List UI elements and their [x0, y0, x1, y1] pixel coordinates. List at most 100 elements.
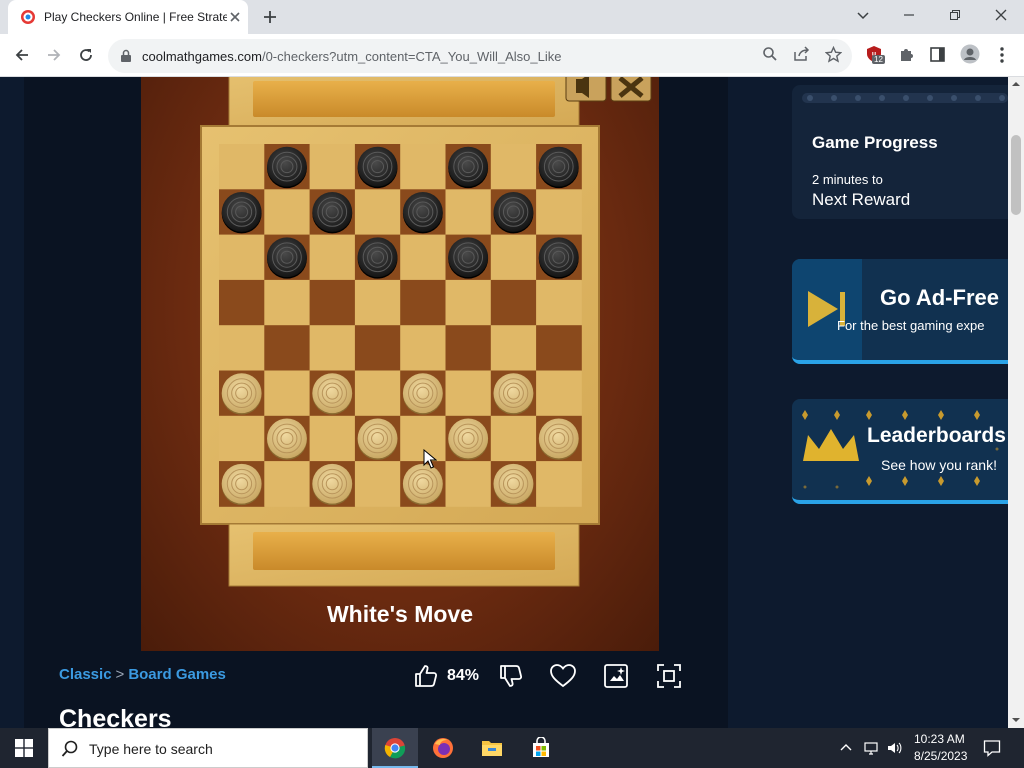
search-icon[interactable]	[762, 46, 778, 62]
board-square[interactable]	[490, 144, 537, 190]
close-tab-icon[interactable]	[228, 10, 242, 24]
page-scrollbar[interactable]	[1008, 77, 1024, 728]
board-square[interactable]	[400, 144, 446, 190]
breadcrumb-link-board-games[interactable]: Board Games	[128, 666, 226, 683]
leaderboards-card[interactable]: Leaderboards See how you rank!	[792, 399, 1008, 504]
light-checker-piece[interactable]	[221, 373, 262, 415]
back-arrow-icon[interactable]	[13, 46, 31, 64]
side-panel-icon[interactable]	[929, 46, 946, 63]
thumbs-up-icon[interactable]	[413, 663, 439, 689]
board-square[interactable]	[354, 189, 401, 235]
breadcrumb-link-classic[interactable]: Classic	[59, 666, 112, 683]
board-square[interactable]	[354, 325, 401, 371]
scroll-up-arrow-icon[interactable]	[1012, 80, 1020, 88]
board-square[interactable]	[309, 144, 356, 190]
board-square[interactable]	[309, 325, 356, 371]
dark-checker-piece[interactable]	[312, 192, 353, 234]
checkers-game-canvas[interactable]: White's Move	[141, 77, 659, 651]
board-square[interactable]	[309, 234, 356, 281]
clock-time[interactable]: 10:23 AM	[914, 732, 965, 746]
board-square[interactable]	[536, 279, 582, 326]
board-square[interactable]	[219, 234, 265, 281]
board-square[interactable]	[536, 189, 582, 235]
light-checker-piece[interactable]	[221, 463, 262, 506]
board-square[interactable]	[490, 325, 537, 371]
light-checker-piece[interactable]	[312, 373, 353, 415]
notifications-icon[interactable]	[983, 739, 1001, 757]
board-square[interactable]	[490, 279, 537, 326]
board-square[interactable]	[264, 325, 310, 371]
dark-checker-piece[interactable]	[267, 146, 307, 189]
tray-chevron-up-icon[interactable]	[840, 742, 852, 754]
dark-checker-piece[interactable]	[357, 146, 398, 189]
board-square[interactable]	[400, 234, 446, 281]
go-ad-free-card[interactable]: Go Ad-Free For the best gaming expe	[792, 259, 1008, 364]
lock-icon[interactable]	[120, 49, 132, 63]
new-tab-icon[interactable]	[262, 9, 278, 25]
board-square[interactable]	[354, 461, 401, 507]
board-square[interactable]	[445, 325, 492, 371]
forward-arrow-icon[interactable]	[45, 46, 63, 64]
dark-checker-piece[interactable]	[357, 237, 398, 279]
tab-checkers[interactable]: Play Checkers Online | Free Strate	[8, 0, 248, 34]
microsoft-store-icon[interactable]	[530, 737, 552, 759]
thumbs-down-icon[interactable]	[498, 663, 524, 689]
close-game-icon[interactable]	[610, 77, 652, 102]
board-square[interactable]	[354, 279, 401, 326]
board-square[interactable]	[445, 189, 492, 235]
restore-icon[interactable]	[947, 7, 963, 23]
tab-search-chevron-icon[interactable]	[855, 7, 871, 23]
scroll-down-arrow-icon[interactable]	[1012, 716, 1020, 724]
share-icon[interactable]	[793, 46, 811, 62]
light-checker-piece[interactable]	[493, 463, 534, 506]
clock-date[interactable]: 8/25/2023	[914, 749, 967, 763]
network-icon[interactable]	[863, 740, 879, 756]
dark-checker-piece[interactable]	[448, 146, 489, 189]
light-checker-piece[interactable]	[402, 373, 443, 415]
dark-checker-piece[interactable]	[538, 146, 579, 189]
dark-checker-piece[interactable]	[493, 192, 534, 234]
board-square[interactable]	[445, 279, 492, 326]
light-checker-piece[interactable]	[402, 463, 443, 506]
board-square[interactable]	[264, 279, 310, 326]
firefox-icon[interactable]	[432, 737, 454, 759]
light-checker-piece[interactable]	[312, 463, 353, 506]
light-checker-piece[interactable]	[538, 418, 579, 460]
dark-checker-piece[interactable]	[267, 237, 307, 279]
board-square[interactable]	[400, 279, 446, 326]
board-square[interactable]	[264, 461, 310, 507]
dark-checker-piece[interactable]	[538, 237, 579, 279]
board-square[interactable]	[536, 370, 582, 417]
board-square[interactable]	[219, 144, 265, 190]
screenshot-sparkle-icon[interactable]	[603, 663, 629, 689]
light-checker-piece[interactable]	[448, 418, 489, 460]
taskbar-search-box[interactable]: Type here to search	[48, 728, 368, 768]
board-square[interactable]	[536, 461, 582, 507]
favorite-heart-icon[interactable]	[549, 663, 577, 689]
board-square[interactable]	[219, 279, 265, 326]
board-square[interactable]	[309, 415, 356, 462]
bookmark-star-icon[interactable]	[825, 46, 842, 63]
address-bar[interactable]: coolmathgames.com/0-checkers?utm_content…	[108, 39, 852, 73]
board-square[interactable]	[536, 325, 582, 371]
taskbar-chrome-button[interactable]	[372, 728, 418, 768]
file-explorer-icon[interactable]	[481, 738, 503, 758]
board-square[interactable]	[264, 370, 310, 417]
board-square[interactable]	[354, 370, 401, 417]
close-window-icon[interactable]	[993, 7, 1009, 23]
board-square[interactable]	[445, 370, 492, 417]
fullscreen-icon[interactable]	[656, 663, 682, 689]
windows-start-icon[interactable]	[15, 739, 33, 757]
checkers-board-graphic[interactable]	[141, 77, 659, 651]
board-square[interactable]	[219, 325, 265, 371]
board-square[interactable]	[490, 234, 537, 281]
minimize-icon[interactable]	[901, 7, 917, 23]
board-square[interactable]	[309, 279, 356, 326]
board-square[interactable]	[219, 415, 265, 462]
light-checker-piece[interactable]	[357, 418, 398, 460]
extensions-puzzle-icon[interactable]	[898, 46, 915, 63]
sound-toggle-icon[interactable]	[565, 77, 607, 102]
light-checker-piece[interactable]	[493, 373, 534, 415]
dark-checker-piece[interactable]	[402, 192, 443, 234]
reload-icon[interactable]	[77, 46, 95, 64]
